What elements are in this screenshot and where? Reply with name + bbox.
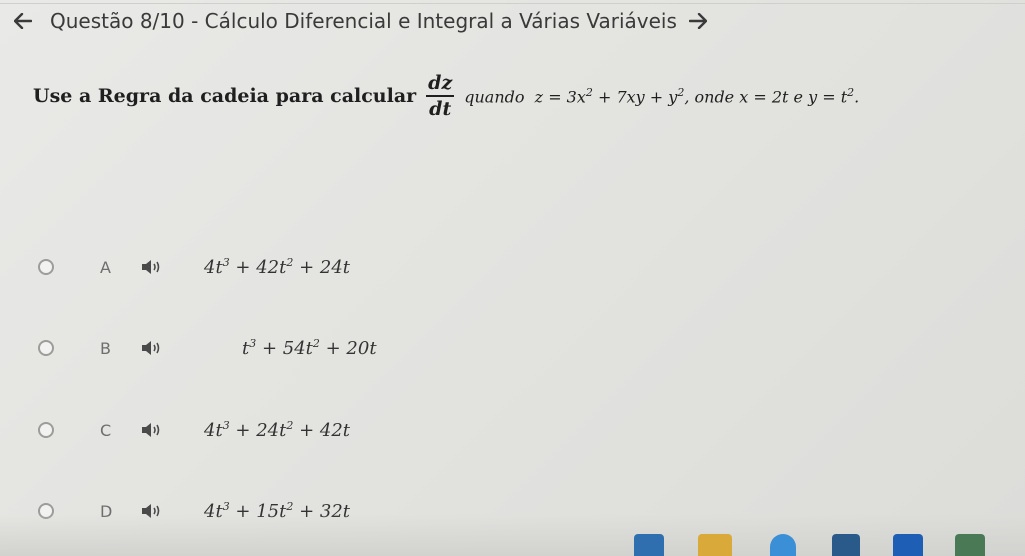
question-header: Questão 8/10 - Cálculo Diferencial e Int… [10,8,711,34]
eq-mid: + 7xy + y [592,87,678,107]
answer-option-c[interactable]: C 4t3 + 24t2 + 42t [38,413,638,447]
option-letter-b: B [100,338,111,358]
question-prefix: Use a Regra da cadeia para calcular [33,85,417,107]
quando-word: quando [464,87,525,107]
folder-icon[interactable] [698,534,732,556]
top-divider [0,3,1025,4]
derivative-fraction: dz dt [426,72,455,120]
exp-2: 2 [312,337,320,350]
eq-z: z = 3x [534,87,586,107]
term-2: + 24t [229,420,287,441]
fraction-denominator: dt [429,98,452,120]
arrow-left-icon [14,13,32,29]
option-text-b: t3 + 54t2 + 20t [242,337,377,359]
page-title: Questão 8/10 - Cálculo Diferencial e Int… [50,9,677,33]
exp-1: 3 [222,256,230,269]
radio-b[interactable] [38,340,54,356]
term-3: + 20t [319,338,377,359]
term-3: + 42t [293,420,351,441]
app-green-icon[interactable] [955,534,985,556]
back-button[interactable] [10,8,36,34]
speaker-icon[interactable] [140,421,162,439]
store-icon[interactable] [832,534,860,556]
radio-c[interactable] [38,422,54,438]
question-statement: Use a Regra da cadeia para calcular dz d… [33,66,859,126]
term-3: + 24t [293,257,351,278]
option-text-a: 4t3 + 42t2 + 24t [204,256,350,278]
term-1: 4t [204,257,223,278]
term-2: + 42t [229,257,287,278]
forward-button[interactable] [685,8,711,34]
option-letter-c: C [100,420,112,440]
taskbar [0,514,1025,556]
fraction-numerator: dz [428,72,453,94]
end-period: . [854,87,860,107]
exp-1: 3 [222,500,230,513]
speaker-icon[interactable] [140,258,162,276]
answer-option-a[interactable]: A 4t3 + 42t2 + 24t [38,250,638,284]
taskbar-app-icon[interactable] [634,534,664,556]
term-2: + 54t [256,338,313,359]
exp-1: 3 [222,419,230,432]
answer-option-b[interactable]: B t3 + 54t2 + 20t [38,331,638,365]
app-l-icon[interactable] [893,534,923,556]
question-condition: quando z = 3x2 + 7xy + y2, onde x = 2t e… [464,86,859,106]
onde-clause: , onde x = 2t e y = t [684,87,848,107]
browser-icon[interactable] [770,534,796,556]
arrow-right-icon [688,13,707,29]
option-text-c: 4t3 + 24t2 + 42t [204,419,350,441]
radio-a[interactable] [38,259,54,275]
option-letter-a: A [100,257,111,277]
term-1: 4t [204,420,223,441]
exp-z: 2 [585,85,593,99]
speaker-icon[interactable] [140,339,162,357]
